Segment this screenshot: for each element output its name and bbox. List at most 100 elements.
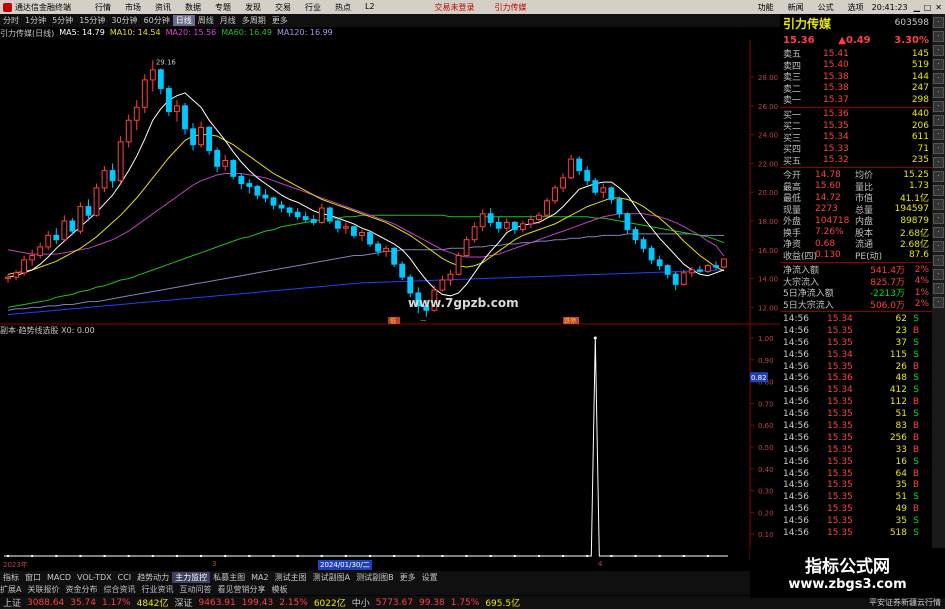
down-icon[interactable]: · [933,227,944,238]
price-chart[interactable]: 12.00 14.00 16.00 18.00 20.00 22.00 24.00 26.00… [0,40,780,560]
candle-body [527,219,534,225]
title-right-item[interactable]: 公式 [818,2,834,13]
period-tab[interactable]: 多周期 [239,15,269,26]
grid-icon[interactable]: · [933,45,944,56]
title-right-item[interactable]: 新闻 [788,2,804,13]
trade-row[interactable]: 14:56 15.35 23 B [780,325,932,337]
trade-row[interactable]: 14:56 15.35 83 B [780,420,932,432]
period-tab[interactable]: 日线 [172,15,195,26]
news-tab[interactable]: 资金分布 [65,584,97,595]
minus-icon[interactable]: · [933,199,944,210]
trade-row[interactable]: 14:56 15.35 35 B [780,479,932,491]
tick-trades[interactable]: 14:56 15.34 62 S 14:56 15.35 23 B 14:56 15.35 37 S 1… [780,313,932,539]
indicator-tab[interactable]: VOL-TDX [74,573,115,582]
info-icon[interactable]: · [933,87,944,98]
trade-row[interactable]: 14:56 15.34 62 S [780,313,932,325]
period-tab[interactable]: 30分钟 [108,15,140,26]
minimize-icon[interactable]: ▁ [914,3,920,12]
indicator-tab[interactable]: CCI [115,573,135,582]
trade-row[interactable]: 14:56 15.35 51 S [780,408,932,420]
news-icon[interactable]: · [933,157,944,168]
maximize-icon[interactable]: □ [924,3,932,12]
trade-row[interactable]: 14:56 15.35 256 B [780,432,932,444]
trade-row[interactable]: 14:56 15.35 518 S [780,527,932,539]
help-icon[interactable]: · [933,269,944,280]
menu-item[interactable]: 行情 [95,2,111,13]
bell-icon[interactable]: · [933,143,944,154]
star-icon[interactable]: · [933,73,944,84]
indicator-tab[interactable]: 更多 [397,572,419,583]
menu-item[interactable]: 专题 [215,2,231,13]
trade-row[interactable]: 14:56 15.35 51 S [780,491,932,503]
up-icon[interactable]: · [933,213,944,224]
menu-item[interactable]: 热点 [335,2,351,13]
menu-item[interactable]: 行业 [305,2,321,13]
period-tab[interactable]: 1分钟 [22,15,49,26]
indicator-tab[interactable]: 窗口 [22,572,44,583]
indicator-tab[interactable]: 设置 [419,572,441,583]
trade-row[interactable]: 14:56 15.34 412 S [780,384,932,396]
news-tab[interactable]: 关联报价 [27,584,59,595]
period-tab[interactable]: 月线 [217,15,239,26]
news-tab[interactable]: 看见营销分享 [217,584,265,595]
trade-price: 15.35 [827,397,853,408]
trade-row[interactable]: 14:56 15.35 35 S [780,515,932,527]
indicator-tab[interactable]: 私募主图 [210,572,248,583]
menu-item[interactable]: 发现 [245,2,261,13]
trade-row[interactable]: 14:56 15.35 49 B [780,503,932,515]
pin-icon[interactable]: · [933,241,944,252]
menu-item[interactable]: L2 [365,2,375,13]
period-tab[interactable]: 周线 [195,15,217,26]
book-icon[interactable]: · [933,115,944,126]
period-tab[interactable]: 15分钟 [76,15,108,26]
indicator-tab[interactable]: 趋势动力 [134,572,172,583]
period-tab[interactable]: 更多 [269,15,291,26]
news-tab[interactable]: 扩展A [0,584,21,595]
news-tab[interactable]: 行业资讯 [141,584,173,595]
plus-icon[interactable]: · [933,185,944,196]
tool-icon[interactable]: · [933,129,944,140]
indicator-tab[interactable]: 指标 [0,572,22,583]
chart-icon[interactable]: · [933,17,944,28]
link-icon[interactable]: · [933,171,944,182]
close-icon[interactable]: ✕ [935,3,942,12]
news-tab[interactable]: 互动问答 [179,584,211,595]
trade-login-status[interactable]: 交易未登录 [435,2,475,13]
period-tab[interactable]: 5分钟 [49,15,76,26]
period-tab[interactable]: 分时 [0,15,22,26]
trade-row[interactable]: 14:56 15.35 26 B [780,361,932,373]
stock-name-tab[interactable]: 引力传媒 [495,2,527,13]
eye-icon[interactable]: · [933,255,944,266]
bid-row[interactable]: 买五 15.32 235 [780,155,932,167]
trade-row[interactable]: 14:56 15.34 115 S [780,349,932,361]
menu-item[interactable]: 资讯 [155,2,171,13]
ask-row[interactable]: 卖一 15.37 298 [780,94,932,107]
menu-item[interactable]: 市场 [125,2,141,13]
menu-item[interactable]: 数据 [185,2,201,13]
indicator-tab[interactable]: MA2 [248,573,271,582]
indicator-tab[interactable]: 测试副图B [353,572,397,583]
trade-row[interactable]: 14:56 15.35 37 S [780,337,932,349]
gear-icon[interactable]: · [933,59,944,70]
share-icon[interactable]: · [933,283,944,294]
indicator-tab[interactable]: MACD [44,573,74,582]
indicator-tab[interactable]: 测试副图A [310,572,353,583]
indicator-dot [586,555,589,557]
indicator-tab[interactable]: 测试主图 [272,572,310,583]
menu-item[interactable]: 交易 [275,2,291,13]
trade-row[interactable]: 14:56 15.36 48 S [780,372,932,384]
title-right-item[interactable]: 功能 [758,2,774,13]
list-icon[interactable]: · [933,31,944,42]
chat-icon[interactable]: · [933,101,944,112]
trade-row[interactable]: 14:56 15.35 64 B [780,468,932,480]
title-right-item[interactable]: 选项 [848,2,864,13]
news-tab[interactable]: 模板 [271,584,287,595]
news-tab[interactable]: 综合资讯 [103,584,135,595]
menu-icon[interactable]: · [933,297,944,308]
period-tab[interactable]: 60分钟 [141,15,173,26]
indicator-tab[interactable]: 主力监控 [172,571,211,583]
trade-row[interactable]: 14:56 15.35 16 S [780,456,932,468]
trade-row[interactable]: 14:56 15.35 33 B [780,444,932,456]
candle-body [560,177,567,189]
trade-row[interactable]: 14:56 15.35 112 B [780,396,932,408]
